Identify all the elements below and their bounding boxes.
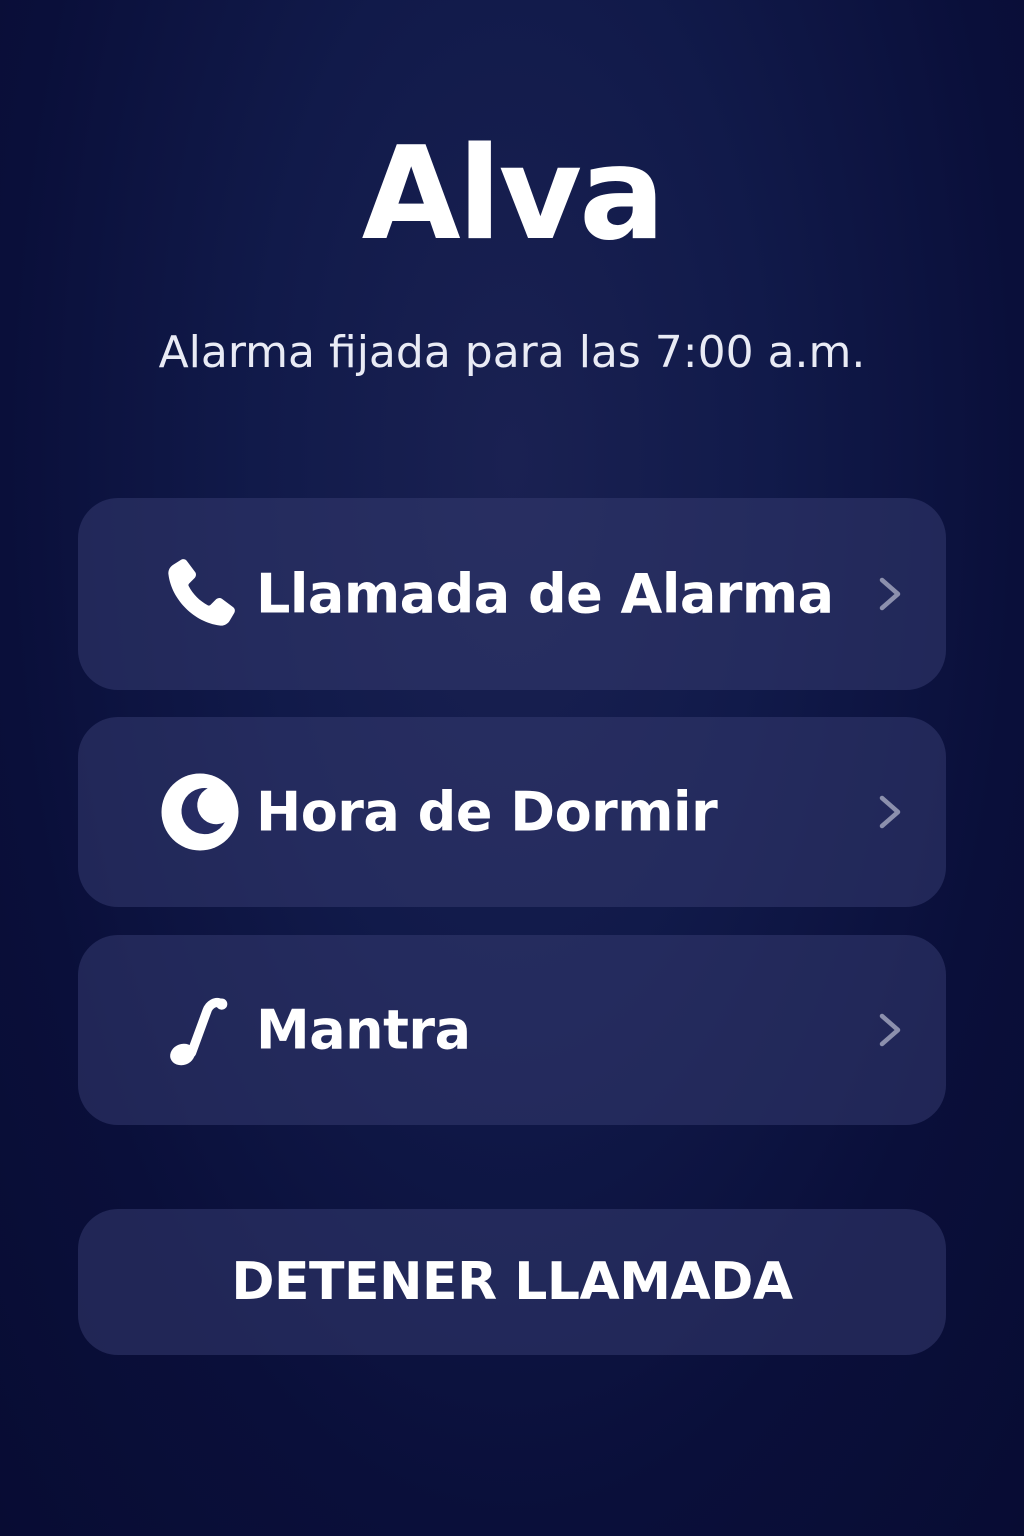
moon-icon	[158, 770, 242, 854]
phone-icon	[158, 552, 242, 636]
alarm-status-text: Alarma fijada para las 7:00 a.m.	[158, 327, 866, 378]
alarm-screen: Alva Alarma fijada para las 7:00 a.m. Ll…	[0, 0, 1024, 1536]
menu-item-label: Mantra	[256, 998, 471, 1062]
chevron-right-icon	[872, 1008, 908, 1052]
menu-item-label: Llamada de Alarma	[256, 562, 834, 626]
chevron-right-icon	[872, 572, 908, 616]
menu-item-label: Hora de Dormir	[256, 780, 718, 844]
app-title: Alva	[361, 120, 666, 269]
chevron-right-icon	[872, 790, 908, 834]
menu-item-mantra[interactable]: Mantra	[78, 935, 946, 1125]
menu-item-bedtime[interactable]: Hora de Dormir	[78, 717, 946, 907]
menu-item-alarm-call[interactable]: Llamada de Alarma	[78, 498, 946, 690]
stop-call-button[interactable]: DETENER LLAMADA	[78, 1209, 946, 1355]
music-note-icon	[158, 988, 242, 1072]
